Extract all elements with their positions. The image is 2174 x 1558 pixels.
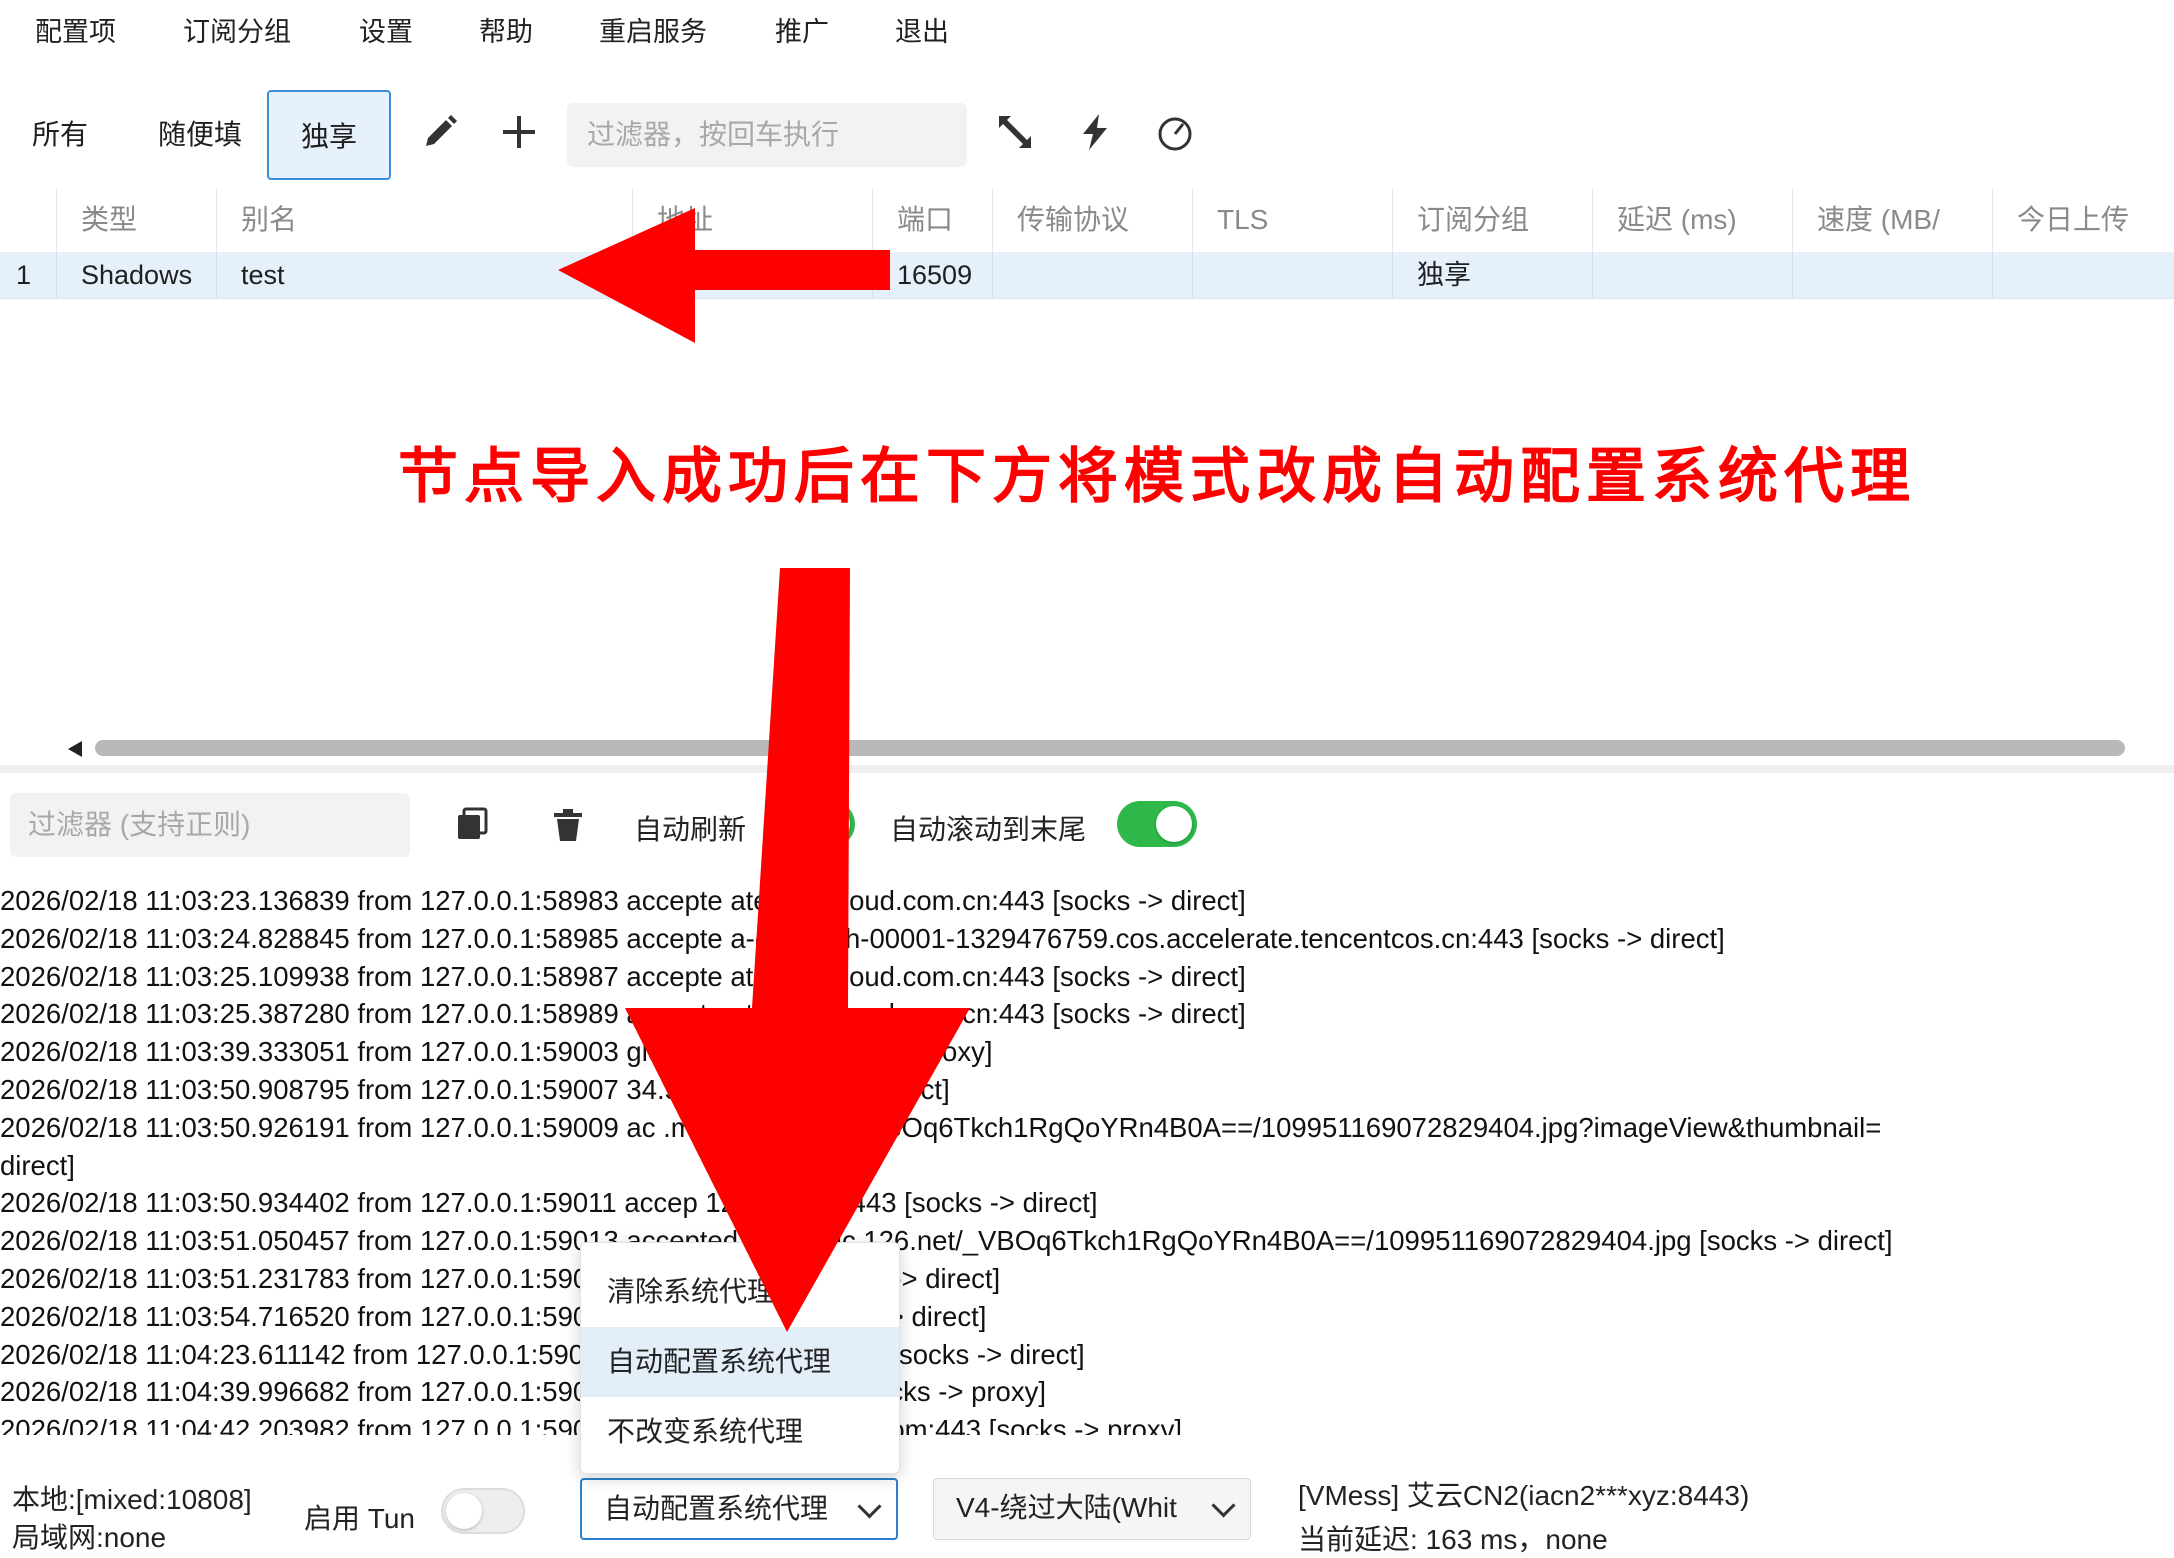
menu-item-config[interactable]: 配置项 bbox=[35, 10, 116, 49]
column-header-upload-today[interactable]: 今日上传 bbox=[1992, 188, 2174, 252]
log-line: 2026/02/18 11:03:23.136839 from 127.0.0.… bbox=[0, 885, 1246, 916]
column-header-port[interactable]: 端口 bbox=[872, 188, 992, 252]
auto-refresh-label: 自动刷新 bbox=[634, 814, 747, 845]
auto-refresh-toggle[interactable] bbox=[775, 801, 855, 847]
cell-type: Shadows bbox=[56, 252, 216, 298]
menu-item-subscription-group[interactable]: 订阅分组 bbox=[183, 10, 291, 49]
log-line: 2026/02/18 11:03:25.387280 from 127.0.0.… bbox=[0, 998, 1246, 1030]
expand-icon[interactable] bbox=[993, 110, 1037, 154]
log-filter-input[interactable]: 过滤器 (支持正则) bbox=[10, 793, 410, 857]
cell-port: 16509 bbox=[872, 252, 992, 298]
chevron-down-icon bbox=[1211, 1493, 1236, 1518]
log-line: 2026/02/18 11:03:51.231783 from 127.0.0.… bbox=[0, 1262, 1001, 1294]
tab-all[interactable]: 所有 bbox=[14, 90, 106, 180]
option-clear-system-proxy[interactable]: 清除系统代理 bbox=[581, 1257, 899, 1327]
auto-scroll-toggle[interactable] bbox=[1117, 801, 1197, 847]
column-header-transport[interactable]: 传输协议 bbox=[992, 188, 1192, 252]
menu-item-help[interactable]: 帮助 bbox=[479, 10, 533, 49]
horizontal-scrollbar[interactable] bbox=[95, 740, 2125, 756]
system-proxy-select[interactable]: 自动配置系统代理 bbox=[580, 1478, 898, 1540]
log-line: 2026/02/18 11:04:23.611142 from 127.0.0.… bbox=[0, 1338, 1085, 1370]
menu-item-exit[interactable]: 退出 bbox=[895, 10, 949, 49]
column-header-tls[interactable]: TLS bbox=[1192, 188, 1392, 252]
option-keep-system-proxy[interactable]: 不改变系统代理 bbox=[581, 1397, 899, 1467]
chevron-down-icon bbox=[857, 1494, 882, 1519]
cell-upload-today bbox=[1992, 252, 2174, 298]
routing-select-value: V4-绕过大陆(Whit bbox=[956, 1492, 1177, 1523]
cell-tls bbox=[1192, 252, 1392, 298]
plus-icon[interactable] bbox=[497, 110, 541, 154]
column-header-type[interactable]: 类型 bbox=[56, 188, 216, 252]
edit-icon[interactable] bbox=[418, 110, 462, 154]
log-line: 2026/02/18 11:04:39.996682 from 127.0.0.… bbox=[0, 1376, 1046, 1408]
menu-bar: 配置项 订阅分组 设置 帮助 重启服务 推广 退出 bbox=[0, 0, 2174, 60]
table-row[interactable]: 1 Shadows test 16509 独享 bbox=[0, 252, 2174, 299]
system-proxy-dropdown-menu: 清除系统代理 自动配置系统代理 不改变系统代理 bbox=[580, 1242, 900, 1474]
log-line: direct] bbox=[0, 1149, 75, 1181]
log-line: 2026/02/18 11:03:51.050457 from 127.0.0.… bbox=[0, 1225, 1893, 1257]
tab-exclusive[interactable]: 独享 bbox=[267, 90, 391, 180]
row-index: 1 bbox=[16, 260, 32, 290]
menu-item-promote[interactable]: 推广 bbox=[775, 10, 829, 49]
column-header-speed[interactable]: 速度 (MB/ bbox=[1792, 188, 1992, 252]
lightning-icon[interactable] bbox=[1073, 110, 1117, 154]
log-line: 2026/02/18 11:03:54.716520 from 127.0.0.… bbox=[0, 1300, 987, 1332]
log-line: 2026/02/18 11:04:42.203982 from 127.0.0.… bbox=[0, 1414, 1183, 1435]
local-port-status: 本地:[mixed:10808] bbox=[12, 1484, 252, 1515]
column-header-delay[interactable]: 延迟 (ms) bbox=[1592, 188, 1792, 252]
log-line: 2026/02/18 11:03:25.109938 from 127.0.0.… bbox=[0, 960, 1246, 992]
log-output[interactable]: 2026/02/18 11:03:23.136839 from 127.0.0.… bbox=[0, 882, 2174, 1435]
current-server-info: [VMess] 艾云CN2(iacn2***xyz:8443) bbox=[1298, 1480, 1750, 1511]
menu-item-restart-service[interactable]: 重启服务 bbox=[599, 10, 707, 49]
cell-speed bbox=[1792, 252, 1992, 298]
lan-status: 局域网:none bbox=[12, 1522, 167, 1553]
log-line: 2026/02/18 11:03:50.934402 from 127.0.0.… bbox=[0, 1187, 1098, 1219]
tun-toggle[interactable] bbox=[441, 1488, 525, 1534]
cell-transport bbox=[992, 252, 1192, 298]
speedometer-icon[interactable] bbox=[1153, 110, 1197, 154]
scroll-left-arrow-icon[interactable] bbox=[68, 741, 82, 757]
cell-delay bbox=[1592, 252, 1792, 298]
column-header-subscription-group[interactable]: 订阅分组 bbox=[1392, 188, 1592, 252]
option-auto-configure-system-proxy[interactable]: 自动配置系统代理 bbox=[581, 1327, 899, 1397]
log-line: 2026/02/18 11:03:39.333051 from 127.0.0.… bbox=[0, 1036, 993, 1068]
column-header-alias[interactable]: 别名 bbox=[216, 188, 632, 252]
system-proxy-select-value: 自动配置系统代理 bbox=[604, 1493, 829, 1524]
log-line: 2026/02/18 11:03:50.908795 from 127.0.0.… bbox=[0, 1073, 950, 1105]
log-line: 2026/02/18 11:03:24.828845 from 127.0.0.… bbox=[0, 922, 1725, 954]
server-filter-input[interactable]: 过滤器，按回车执行 bbox=[567, 103, 967, 167]
menu-item-settings[interactable]: 设置 bbox=[359, 10, 413, 49]
table-header: 类型 别名 地址 端口 传输协议 TLS 订阅分组 延迟 (ms) 速度 (MB… bbox=[0, 188, 2174, 253]
column-header-address[interactable]: 地址 bbox=[632, 188, 872, 252]
cell-alias: test bbox=[216, 252, 632, 298]
status-bar: 本地:[mixed:10808] 局域网:none 启用 Tun 自动配置系统代… bbox=[0, 1470, 2174, 1555]
trash-icon[interactable] bbox=[548, 805, 588, 845]
cell-subscription-group: 独享 bbox=[1392, 252, 1592, 298]
copy-icon[interactable] bbox=[452, 805, 492, 845]
log-line: 2026/02/18 11:03:50.926191 from 127.0.0.… bbox=[0, 1111, 1882, 1143]
cell-address bbox=[632, 252, 872, 298]
tun-label: 启用 Tun bbox=[304, 1503, 415, 1534]
current-latency: 当前延迟: 163 ms，none bbox=[1298, 1524, 1608, 1555]
auto-scroll-label: 自动滚动到末尾 bbox=[890, 814, 1087, 845]
pane-divider[interactable] bbox=[0, 765, 2174, 773]
tab-casual[interactable]: 随便填 bbox=[142, 90, 258, 180]
routing-select[interactable]: V4-绕过大陆(Whit bbox=[933, 1478, 1251, 1540]
instruction-annotation: 节点导入成功后在下方将模式改成自动配置系统代理 bbox=[398, 443, 1916, 510]
